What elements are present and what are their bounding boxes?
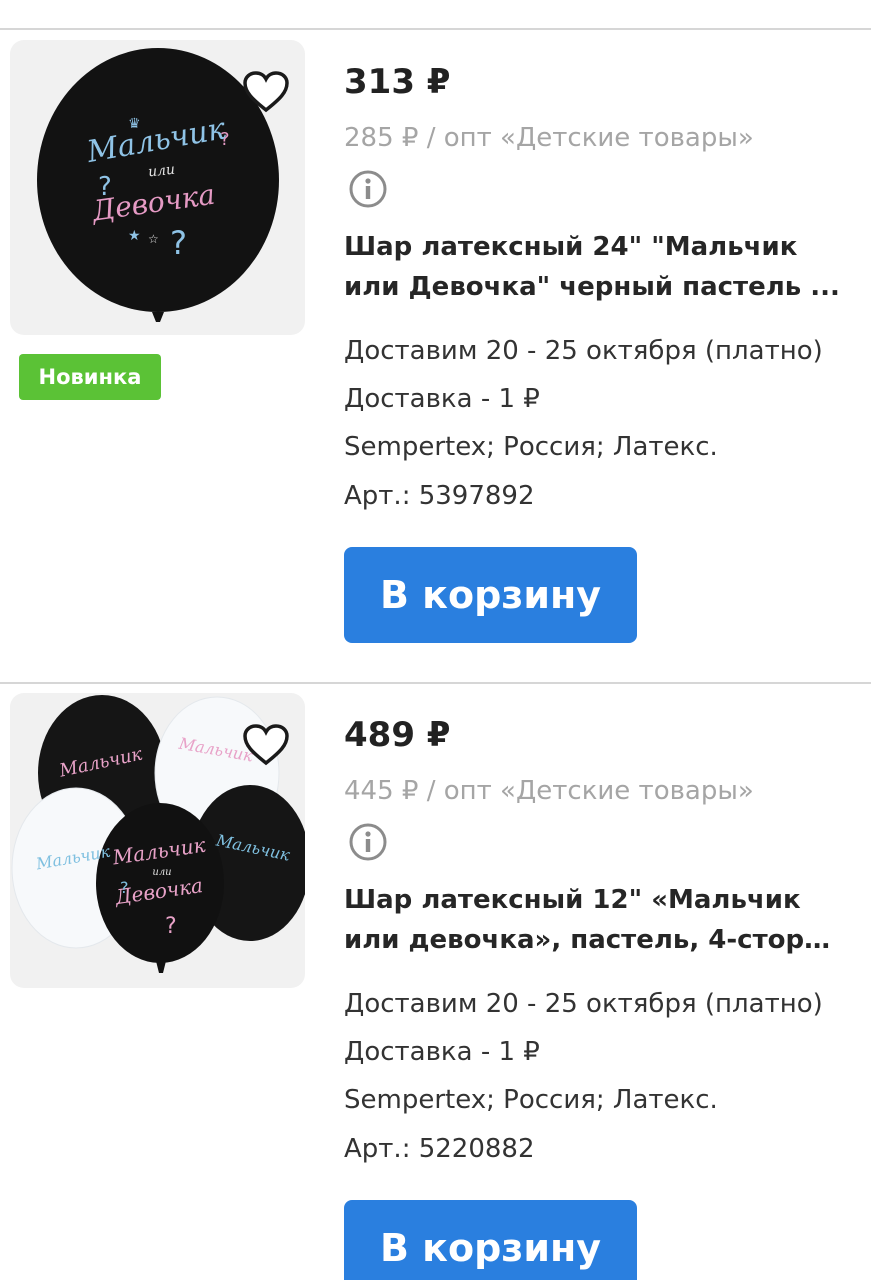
add-to-cart-button[interactable]: В корзину [344, 1200, 637, 1280]
delivery-date: Доставим 20 - 25 октября (платно) [344, 336, 823, 366]
product-title-line: или Девочка" черный пастель ... [344, 272, 840, 302]
product-title-line: Шар латексный 12" «Мальчик [344, 885, 801, 915]
svg-text:★: ★ [128, 228, 141, 244]
heart-icon [243, 724, 289, 766]
product-title[interactable]: Шар латексный 24" "Мальчик или Девочка" … [344, 227, 844, 307]
delivery-date: Доставим 20 - 25 октября (платно) [344, 989, 823, 1019]
svg-text:?: ? [120, 878, 129, 897]
favorite-button[interactable] [238, 717, 294, 773]
heart-icon [243, 71, 289, 113]
image-text: или [152, 867, 171, 878]
info-icon[interactable] [348, 169, 388, 209]
wholesale-price: 445 ₽ / опт «Детские товары» [344, 776, 754, 806]
product-list: Мальчик или Девочка ? ? ? ★ ☆ ♛ Новинка … [0, 0, 871, 1280]
delivery-cost: Доставка - 1 ₽ [344, 384, 540, 414]
info-icon[interactable] [348, 822, 388, 862]
image-text: или [147, 162, 175, 181]
product-image[interactable]: Мальчик Мальчик Мальчик Мальчик или Дево… [10, 693, 305, 988]
price: 313 ₽ [344, 62, 451, 102]
product-specs: Sempertex; Россия; Латекс. [344, 1085, 718, 1115]
svg-text:?: ? [220, 129, 230, 150]
product-title-line: или девочка», пастель, 4-сторо... [344, 925, 844, 955]
svg-text:?: ? [165, 914, 177, 939]
svg-text:♛: ♛ [128, 116, 141, 132]
divider [0, 682, 871, 684]
delivery-cost: Доставка - 1 ₽ [344, 1037, 540, 1067]
product-specs: Sempertex; Россия; Латекс. [344, 432, 718, 462]
divider [0, 28, 871, 30]
product-title[interactable]: Шар латексный 12" «Мальчик или девочка»,… [344, 880, 844, 960]
svg-text:?: ? [98, 172, 112, 202]
favorite-button[interactable] [238, 64, 294, 120]
svg-text:☆: ☆ [148, 232, 159, 246]
product-image[interactable]: Мальчик или Девочка ? ? ? ★ ☆ ♛ [10, 40, 305, 335]
price: 489 ₽ [344, 715, 451, 755]
article-number: Арт.: 5397892 [344, 481, 535, 511]
add-to-cart-button[interactable]: В корзину [344, 547, 637, 643]
svg-text:?: ? [170, 224, 187, 262]
new-badge: Новинка [19, 354, 161, 400]
product-title-line: Шар латексный 24" "Мальчик [344, 232, 798, 262]
wholesale-price: 285 ₽ / опт «Детские товары» [344, 123, 754, 153]
article-number: Арт.: 5220882 [344, 1134, 535, 1164]
